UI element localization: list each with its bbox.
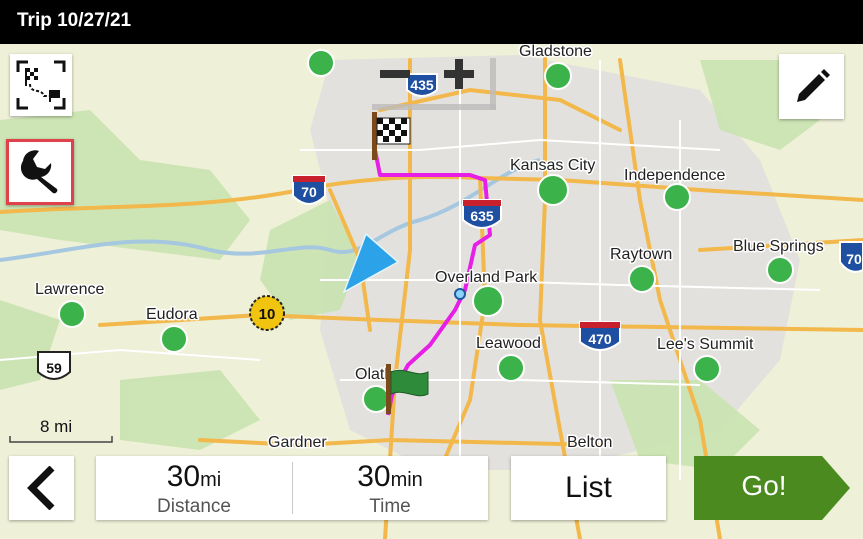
route-overview-button[interactable] <box>10 54 72 116</box>
us-route-shield: 59 <box>37 351 71 380</box>
city-label: Eudora <box>146 306 198 323</box>
go-button-label: Go! <box>741 470 787 501</box>
title-bar: Trip 10/27/21 <box>0 0 863 44</box>
back-button[interactable] <box>9 456 74 520</box>
city-label: Blue Springs <box>733 238 824 255</box>
city-label: Raytown <box>610 246 672 263</box>
interstate-shield: 635 <box>462 199 502 229</box>
city-label: Lawrence <box>35 281 104 298</box>
city-label: Lee's Summit <box>657 336 754 353</box>
svg-text:470: 470 <box>588 331 612 347</box>
city-label: Leawood <box>476 335 541 352</box>
interstate-shield: 70 <box>292 175 326 205</box>
svg-text:59: 59 <box>46 360 62 376</box>
route-overview-icon <box>16 60 66 110</box>
tools-button[interactable] <box>6 139 74 205</box>
city-label: Belton <box>567 434 612 451</box>
time-value: 30min <box>357 460 423 493</box>
svg-text:8 mi: 8 mi <box>40 417 72 436</box>
svg-text:70: 70 <box>846 251 862 267</box>
route-via-point[interactable] <box>454 288 466 300</box>
city-label: Overland Park <box>435 269 538 286</box>
distance-value: 30mi <box>166 460 222 493</box>
svg-text:635: 635 <box>470 208 494 224</box>
minus-icon <box>380 70 410 78</box>
city-label: Gladstone <box>519 44 592 60</box>
distance-label: Distance <box>157 496 231 517</box>
interstate-shield: 435 <box>406 73 438 97</box>
svg-text:435: 435 <box>410 77 434 93</box>
time-label: Time <box>369 496 411 517</box>
edit-button[interactable] <box>779 54 844 119</box>
time-stat: 30min Time <box>292 456 488 520</box>
go-button[interactable]: Go! <box>694 456 850 520</box>
chevron-left-icon <box>26 466 54 510</box>
svg-text:70: 70 <box>301 184 317 200</box>
list-button[interactable]: List <box>511 456 666 520</box>
svg-text:10: 10 <box>259 306 276 323</box>
distance-stat: 30mi Distance <box>96 456 292 520</box>
interstate-shield: 70 <box>839 241 863 273</box>
list-button-label: List <box>565 471 612 504</box>
trip-stats-panel: 30mi Distance 30min Time <box>96 456 488 520</box>
city-label: Independence <box>624 167 726 184</box>
trip-title: Trip 10/27/21 <box>17 10 132 31</box>
city-label: Kansas City <box>510 157 595 174</box>
interstate-shield: 470 <box>579 321 621 351</box>
wrench-icon <box>20 150 58 194</box>
state-shield: 10 <box>249 295 285 331</box>
zoom-out-button[interactable] <box>380 70 410 78</box>
city-label: Gardner <box>268 434 327 451</box>
pencil-icon <box>796 68 830 102</box>
